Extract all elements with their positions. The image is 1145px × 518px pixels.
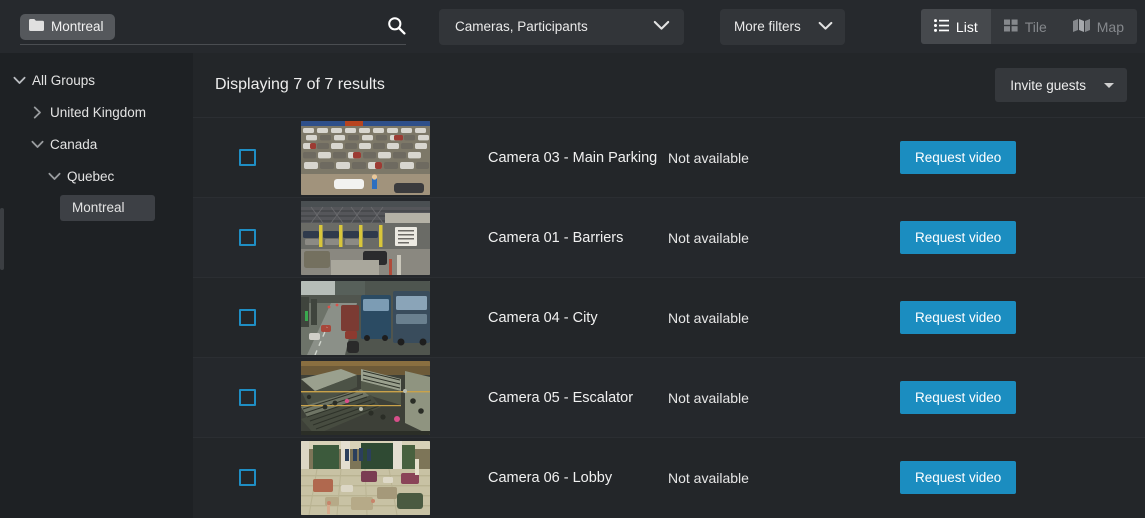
sidebar-item-quebec[interactable]: Quebec [0,163,193,189]
search-icon[interactable] [387,16,406,40]
request-video-button[interactable]: Request video [900,141,1017,174]
row-select-cell [193,469,301,486]
page-body: All Groups United Kingdom Canada Quebec … [0,53,1145,518]
view-tab-tile[interactable]: Tile [991,9,1060,44]
row-checkbox[interactable] [238,309,256,326]
table-row[interactable]: Camera 06 - Lobby Not available Request … [193,437,1145,517]
table-row[interactable]: Camera 03 - Main Parking Not available R… [193,117,1145,197]
chevron-down-icon [653,19,670,34]
camera-status: Not available [668,309,749,326]
results-panel: Displaying 7 of 7 results Invite guests [193,53,1145,518]
view-tab-list[interactable]: List [920,9,991,44]
request-video-button[interactable]: Request video [900,221,1017,254]
camera-name: Camera 04 - City [488,309,598,326]
table-row[interactable]: Camera 04 - City Not available Request v… [193,277,1145,357]
chevron-down-icon[interactable] [6,76,32,85]
camera-status: Not available [668,469,749,486]
camera-thumbnail-toll-barriers[interactable] [301,200,430,275]
more-filters-label: More filters [734,19,801,34]
search-scope-chip-label: Montreal [51,18,104,34]
view-tab-map-label: Map [1096,18,1124,35]
table-row[interactable]: Camera 05 - Escalator Not available Requ… [193,357,1145,437]
row-checkbox[interactable] [238,389,256,406]
invite-guests-button[interactable]: Invite guests [995,68,1127,102]
group-tree-sidebar: All Groups United Kingdom Canada Quebec … [0,53,193,518]
row-thumbnail-cell [301,440,436,515]
results-list: Camera 03 - Main Parking Not available R… [193,117,1145,517]
sidebar-item-quebec-label: Quebec [67,168,115,184]
results-header: Displaying 7 of 7 results Invite guests [193,53,1145,117]
row-action-cell: Request video [900,381,1145,414]
sidebar-item-all-groups-label: All Groups [32,72,96,88]
row-thumbnail-cell [301,280,436,355]
chevron-right-icon[interactable] [24,105,50,119]
view-tab-tile-label: Tile [1024,18,1047,35]
results-count: Displaying 7 of 7 results [215,76,385,93]
map-view-icon [1072,18,1090,35]
camera-name: Camera 06 - Lobby [488,469,613,486]
request-video-button[interactable]: Request video [900,381,1017,414]
row-select-cell [193,229,301,246]
sidebar-item-montreal[interactable]: Montreal [0,195,193,221]
row-action-cell: Request video [900,461,1145,494]
tile-view-icon [1003,19,1018,35]
camera-name: Camera 01 - Barriers [488,229,624,246]
search-scope-dropdown[interactable]: Cameras, Participants [439,8,684,45]
chevron-down-icon [818,19,833,34]
sidebar-item-united-kingdom[interactable]: United Kingdom [0,99,193,125]
search-area[interactable]: Montreal [0,0,424,53]
row-thumbnail-cell [301,200,436,275]
view-mode-toggle: List Tile Map [920,9,1137,44]
row-thumbnail-cell [301,360,436,435]
row-select-cell [193,149,301,166]
sidebar-scrollbar[interactable] [0,53,4,518]
more-filters-dropdown[interactable]: More filters [720,8,845,45]
search-scope-chip[interactable]: Montreal [20,13,115,40]
top-toolbar: Montreal Cameras, Participants More filt… [0,0,1145,53]
search-underline [20,44,406,45]
camera-thumbnail-parking-lot[interactable] [301,120,430,195]
request-video-button[interactable]: Request video [900,461,1017,494]
camera-status: Not available [668,389,749,406]
camera-thumbnail-hotel-lobby[interactable] [301,440,430,515]
row-action-cell: Request video [900,221,1145,254]
folder-icon [29,18,44,34]
camera-name: Camera 03 - Main Parking [488,149,658,166]
request-video-button[interactable]: Request video [900,301,1017,334]
view-tab-map[interactable]: Map [1060,9,1137,44]
row-select-cell [193,309,301,326]
sidebar-item-montreal-label: Montreal [60,195,155,221]
row-thumbnail-cell [301,120,436,195]
sidebar-item-canada-label: Canada [50,136,98,152]
row-select-cell [193,389,301,406]
camera-thumbnail-city-street[interactable] [301,280,430,355]
view-tab-list-label: List [955,18,978,35]
list-view-icon [933,18,949,35]
sidebar-item-all-groups[interactable]: All Groups [0,67,193,93]
invite-guests-label: Invite guests [1010,77,1086,93]
sidebar-item-united-kingdom-label: United Kingdom [50,104,147,120]
sidebar-item-canada[interactable]: Canada [0,131,193,157]
caret-down-icon [1104,82,1114,88]
row-checkbox[interactable] [238,469,256,486]
camera-status: Not available [668,149,749,166]
camera-status: Not available [668,229,749,246]
table-row[interactable]: Camera 01 - Barriers Not available Reque… [193,197,1145,277]
row-checkbox[interactable] [238,229,256,246]
search-scope-dropdown-value: Cameras, Participants [455,19,588,34]
chevron-down-icon[interactable] [24,140,50,149]
row-action-cell: Request video [900,141,1145,174]
row-action-cell: Request video [900,301,1145,334]
camera-thumbnail-escalator[interactable] [301,360,430,435]
row-checkbox[interactable] [238,149,256,166]
camera-name: Camera 05 - Escalator [488,389,634,406]
chevron-down-icon[interactable] [41,172,67,181]
